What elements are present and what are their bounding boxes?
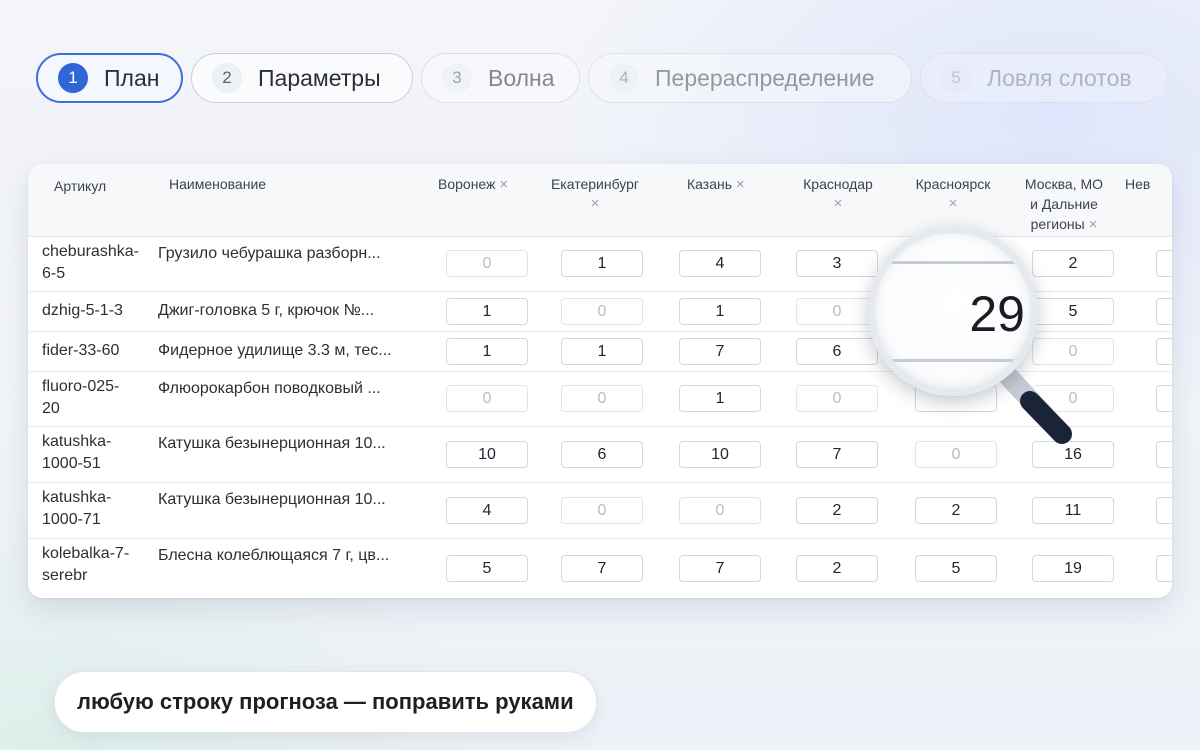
quantity-input-cut[interactable]: [1156, 555, 1172, 582]
quantity-input-krasnodar[interactable]: 2: [796, 555, 878, 582]
magnified-value: 29: [969, 286, 1025, 342]
quantity-input-voronezh[interactable]: 1: [446, 338, 528, 365]
step-number: 1: [58, 63, 88, 93]
quantity-input-krasnodar[interactable]: 7: [796, 441, 878, 468]
quantity-input-voronezh[interactable]: 1: [446, 298, 528, 325]
quantity-input-ekaterinburg[interactable]: 0: [561, 497, 643, 524]
cell-sku: fluoro-025- 20: [42, 378, 120, 417]
step-number: 2: [212, 63, 242, 93]
cell-sku: dzhig-5-1-3: [42, 302, 123, 319]
caption-pill: любую строку прогноза — поправить руками: [54, 671, 597, 733]
header-label-line: Москва, МО: [1024, 176, 1104, 192]
header-name: Наименование: [169, 176, 267, 192]
quantity-input-ekaterinburg[interactable]: 1: [561, 250, 643, 277]
quantity-input-ekaterinburg[interactable]: 0: [561, 298, 643, 325]
header-label: Екатеринбург: [550, 176, 640, 192]
quantity-input-krasnodar[interactable]: 3: [796, 250, 878, 277]
quantity-input-kazan[interactable]: 7: [679, 338, 761, 365]
quantity-input-kazan[interactable]: 10: [679, 441, 761, 468]
quantity-input-ekaterinburg[interactable]: 7: [561, 555, 643, 582]
cell-name: Катушка безынерционная 10...: [158, 491, 386, 508]
quantity-input-cut[interactable]: [1156, 385, 1172, 412]
step-number: 3: [442, 63, 472, 93]
cell-name: Грузило чебурашка разборн...: [158, 245, 381, 262]
step-label: Ловля слотов: [987, 64, 1132, 91]
quantity-input-moscow[interactable]: 11: [1032, 497, 1114, 524]
header-label-line: и Дальние: [1030, 196, 1098, 212]
step-wave[interactable]: 3 Волна: [421, 53, 580, 103]
quantity-input-voronezh[interactable]: 0: [446, 250, 528, 277]
header-krasnodar: Краснодар ×: [792, 174, 884, 214]
quantity-input-krasnodar[interactable]: 0: [796, 298, 878, 325]
quantity-input-moscow[interactable]: 19: [1032, 555, 1114, 582]
remove-column-icon[interactable]: ×: [792, 194, 884, 214]
header-label: Воронеж: [438, 176, 496, 192]
header-label: Красноярск: [915, 176, 991, 192]
header-sku: Артикул: [54, 178, 107, 194]
cell-name: Джиг-головка 5 г, крючок №...: [158, 302, 375, 319]
cell-name: Блесна колеблющаяся 7 г, цв...: [158, 547, 390, 564]
cell-sku: katushka- 1000-71: [42, 489, 112, 528]
magnifier-lens: 29: [868, 226, 1038, 396]
quantity-input-cut[interactable]: [1156, 441, 1172, 468]
quantity-input-ekaterinburg[interactable]: 6: [561, 441, 643, 468]
header-krasnoyarsk: Красноярск ×: [905, 174, 1001, 214]
header-ekaterinburg: Екатеринбург ×: [543, 174, 647, 214]
quantity-input-krasnodar[interactable]: 0: [796, 385, 878, 412]
cell-sku: fider-33-60: [42, 342, 120, 359]
wizard-stepper: 1 План 2 Параметры 3 Волна 4 Перераспред…: [36, 53, 1166, 103]
header-voronezh: Воронеж ×: [438, 174, 508, 195]
step-number: 5: [941, 63, 971, 93]
quantity-input-voronezh[interactable]: 5: [446, 555, 528, 582]
quantity-input-cut[interactable]: [1156, 298, 1172, 325]
lens-gridline: [885, 261, 1025, 264]
quantity-input-voronezh[interactable]: 4: [446, 497, 528, 524]
quantity-input-ekaterinburg[interactable]: 0: [561, 385, 643, 412]
quantity-input-krasnoyarsk[interactable]: 2: [915, 497, 997, 524]
table-row: katushka- 1000-71 Катушка безынерционная …: [28, 482, 1172, 539]
step-slot-catching[interactable]: 5 Ловля слотов: [920, 53, 1166, 103]
step-parameters[interactable]: 2 Параметры: [191, 53, 413, 103]
cell-sku: katushka- 1000-51: [42, 433, 112, 472]
quantity-input-krasnodar[interactable]: 6: [796, 338, 878, 365]
lens-gridline: [885, 359, 1025, 362]
step-label: Перераспределение: [655, 64, 875, 91]
remove-column-icon[interactable]: ×: [905, 194, 1001, 214]
header-next-cut: Нев: [1125, 176, 1151, 192]
quantity-input-kazan[interactable]: 1: [679, 385, 761, 412]
quantity-input-krasnoyarsk[interactable]: 5: [915, 555, 997, 582]
remove-column-icon[interactable]: ×: [543, 194, 647, 214]
cell-sku: kolebalka-7- serebr: [42, 545, 130, 584]
step-label: Параметры: [258, 64, 381, 91]
quantity-input-kazan[interactable]: 7: [679, 555, 761, 582]
cell-name: Катушка безынерционная 10...: [158, 435, 386, 452]
step-label: Волна: [488, 64, 555, 91]
remove-column-icon[interactable]: ×: [1089, 216, 1098, 233]
quantity-input-ekaterinburg[interactable]: 1: [561, 338, 643, 365]
cell-name: Флюорокарбон поводковый ...: [158, 380, 381, 397]
remove-column-icon[interactable]: ×: [499, 176, 508, 193]
header-label: Казань: [687, 176, 733, 192]
header-kazan: Казань ×: [687, 174, 745, 195]
quantity-input-kazan[interactable]: 1: [679, 298, 761, 325]
quantity-input-krasnodar[interactable]: 2: [796, 497, 878, 524]
quantity-input-kazan[interactable]: 0: [679, 497, 761, 524]
header-label: Краснодар: [803, 176, 873, 192]
quantity-input-cut[interactable]: [1156, 250, 1172, 277]
cell-sku: cheburashka- 6-5: [42, 243, 139, 282]
remove-column-icon[interactable]: ×: [736, 176, 745, 193]
step-redistribution[interactable]: 4 Перераспределение: [588, 53, 912, 103]
step-number: 4: [609, 63, 639, 93]
quantity-input-cut[interactable]: [1156, 338, 1172, 365]
quantity-input-cut[interactable]: [1156, 497, 1172, 524]
cell-name: Фидерное удилище 3.3 м, тес...: [158, 342, 392, 359]
quantity-input-kazan[interactable]: 4: [679, 250, 761, 277]
table-row: kolebalka-7- serebr Блесна колеблющаяся 7…: [28, 538, 1172, 598]
quantity-input-voronezh[interactable]: 0: [446, 385, 528, 412]
step-label: План: [104, 64, 160, 91]
magnifier-icon: 29: [868, 226, 1082, 456]
step-plan[interactable]: 1 План: [36, 53, 183, 103]
quantity-input-voronezh[interactable]: 10: [446, 441, 528, 468]
